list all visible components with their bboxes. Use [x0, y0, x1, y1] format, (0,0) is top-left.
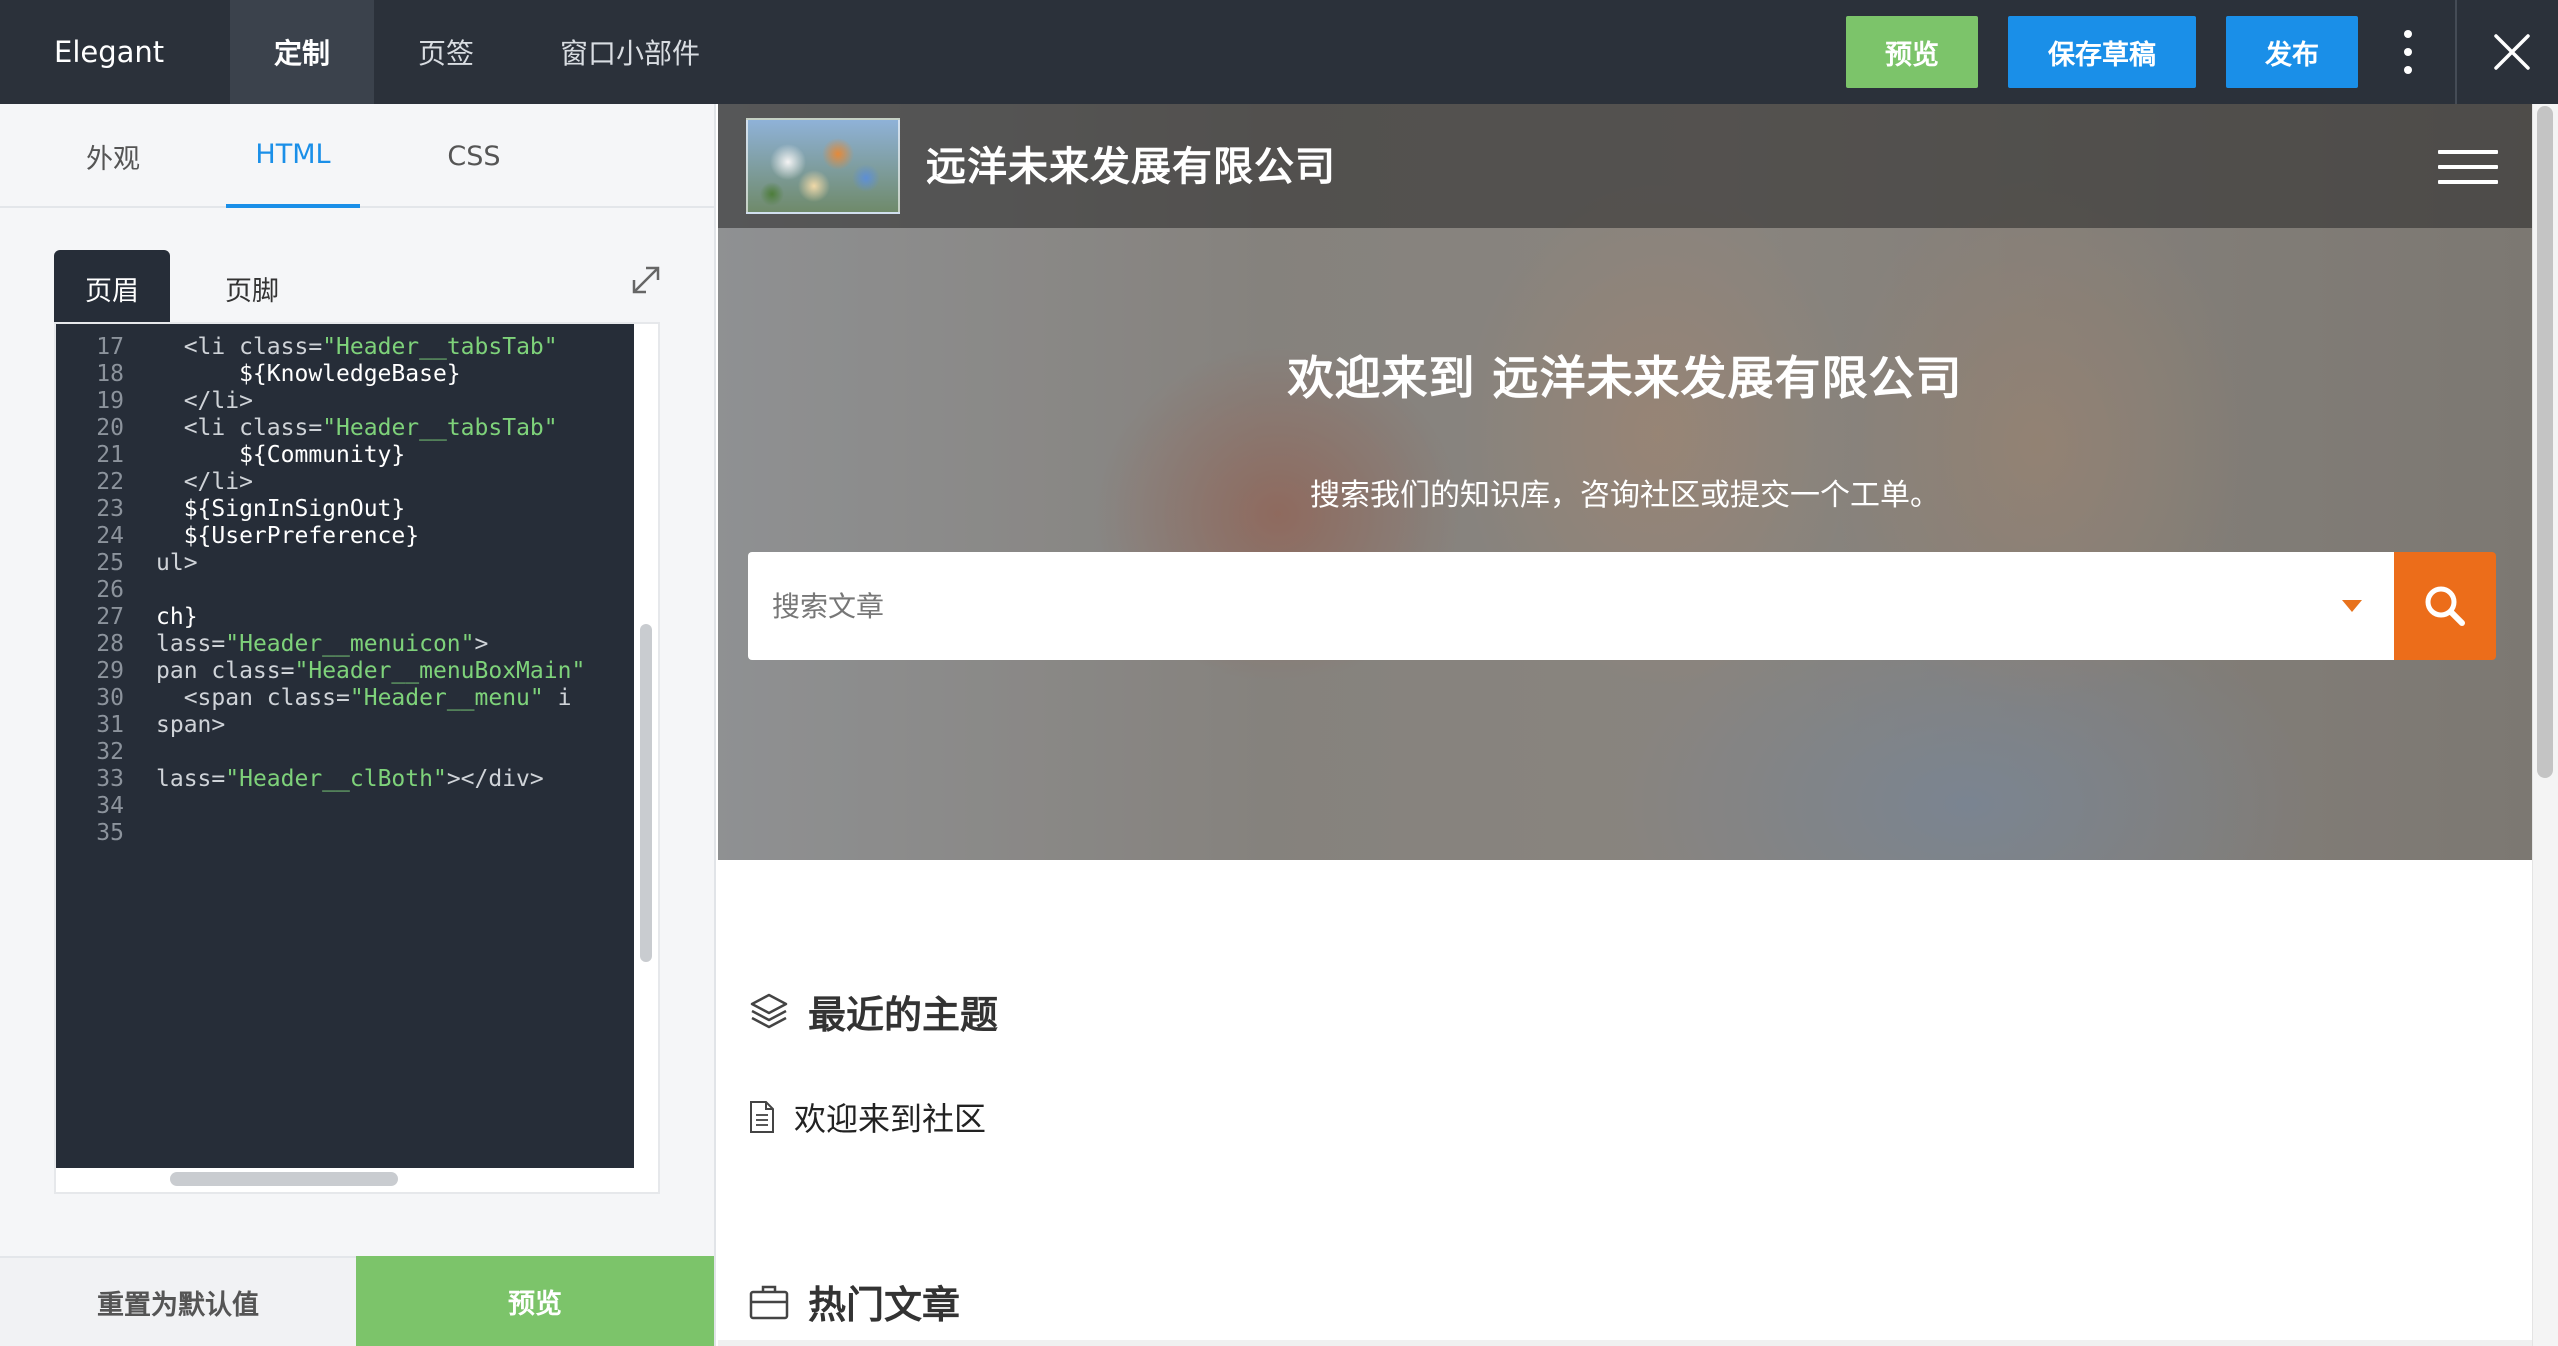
popular-articles-heading: 热门文章	[748, 1274, 960, 1329]
line-number: 34	[96, 793, 124, 819]
subtab-html[interactable]: HTML	[226, 104, 360, 208]
search-button[interactable]	[2394, 552, 2496, 660]
menu-icon[interactable]	[2438, 150, 2498, 184]
code-line: ${KnowledgeBase}	[156, 361, 461, 387]
code-line: ch}	[156, 604, 198, 630]
line-number: 23	[96, 496, 124, 522]
save-draft-button[interactable]: 保存草稿	[2008, 16, 2196, 88]
line-number: 21	[96, 442, 124, 468]
search-box	[748, 552, 2394, 660]
code-line: lass="Header__menuicon">	[156, 631, 489, 657]
document-icon	[750, 1101, 774, 1133]
layers-icon	[750, 993, 788, 1028]
list-item[interactable]: 欢迎来到社区	[748, 1094, 986, 1140]
code-line: ${Community}	[156, 442, 406, 468]
subtab-appearance[interactable]: 外观	[54, 104, 172, 208]
code-line: ${UserPreference}	[156, 523, 420, 549]
line-number: 29	[96, 658, 124, 684]
subtab-css[interactable]: CSS	[418, 104, 530, 208]
code-line: </li>	[156, 469, 253, 495]
line-number: 28	[96, 631, 124, 657]
tab-customize[interactable]: 定制	[230, 0, 374, 104]
tab-widgets[interactable]: 窗口小部件	[518, 0, 742, 104]
publish-button[interactable]: 发布	[2226, 16, 2358, 88]
line-number: 24	[96, 523, 124, 549]
line-number: 19	[96, 388, 124, 414]
line-number: 18	[96, 361, 124, 387]
code-line: lass="Header__clBoth"></div>	[156, 766, 544, 792]
line-number: 32	[96, 739, 124, 765]
tab-page[interactable]: 页签	[374, 0, 518, 104]
company-logo[interactable]	[746, 118, 900, 214]
line-number: 17	[96, 334, 124, 360]
popular-articles-title: 热门文章	[808, 1283, 961, 1327]
line-number: 35	[96, 820, 124, 846]
code-editor-frame: 17 18 19 20 21 22 23 24 25 26 27 28 29 3…	[54, 322, 660, 1194]
code-line: span>	[156, 712, 226, 738]
bottom-edge	[718, 1340, 2532, 1346]
line-number: 26	[96, 577, 124, 603]
recent-topics-title: 最近的主题	[808, 993, 999, 1037]
chevron-down-icon[interactable]	[2342, 600, 2362, 612]
topic-title[interactable]: 欢迎来到社区	[794, 1094, 986, 1140]
line-number: 30	[96, 685, 124, 711]
preview-scrollbar-thumb[interactable]	[2537, 106, 2553, 778]
site-header: 远洋未来发展有限公司	[718, 104, 2532, 228]
close-icon[interactable]	[2486, 26, 2538, 78]
code-line: <span class="Header__menu" i	[156, 685, 572, 711]
editor-horizontal-scrollbar[interactable]	[170, 1172, 398, 1186]
left-panel: 外观 HTML CSS 页眉 页脚 17 18 19 20 21 22 23 2…	[0, 104, 716, 1346]
line-number: 31	[96, 712, 124, 738]
line-number: 22	[96, 469, 124, 495]
line-number: 33	[96, 766, 124, 792]
code-line: <li class="Header__tabsTab"	[156, 415, 558, 441]
code-line: ul>	[156, 550, 198, 576]
company-name[interactable]: 远洋未来发展有限公司	[926, 134, 1336, 192]
line-number: 20	[96, 415, 124, 441]
top-bar: Elegant 定制 页签 窗口小部件 预览 保存草稿 发布	[0, 0, 2558, 104]
editor-tab-footer[interactable]: 页脚	[202, 250, 302, 326]
editor-vertical-scrollbar[interactable]	[640, 624, 652, 962]
site-preview: 远洋未来发展有限公司 欢迎来到 远洋未来发展有限公司 搜索我们的知识库，咨询社区…	[718, 104, 2532, 1346]
code-line: pan class="Header__menuBoxMain"	[156, 658, 586, 684]
top-divider	[2455, 0, 2457, 104]
panel-preview-button[interactable]: 预览	[356, 1256, 714, 1346]
code-line: </li>	[156, 388, 253, 414]
search-input[interactable]	[748, 552, 2308, 660]
editor-tab-header[interactable]: 页眉	[54, 250, 170, 326]
more-vertical-icon[interactable]	[2390, 26, 2426, 78]
subtabs: 外观 HTML CSS	[0, 104, 714, 208]
line-number: 25	[96, 550, 124, 576]
preview-button[interactable]: 预览	[1846, 16, 1978, 88]
code-editor[interactable]: 17 18 19 20 21 22 23 24 25 26 27 28 29 3…	[56, 324, 634, 1168]
hero-title: 欢迎来到 远洋未来发展有限公司	[1287, 351, 1963, 405]
recent-topics-heading: 最近的主题	[748, 984, 998, 1039]
hero-subtitle: 搜索我们的知识库，咨询社区或提交一个工单。	[1310, 478, 1940, 513]
brand-name: Elegant	[54, 35, 165, 69]
briefcase-icon	[749, 1285, 789, 1319]
code-line: ${SignInSignOut}	[156, 496, 406, 522]
expand-icon[interactable]	[628, 262, 664, 298]
search-icon	[2425, 586, 2465, 626]
line-gutter: 17 18 19 20 21 22 23 24 25 26 27 28 29 3…	[56, 324, 128, 1168]
code-line: <li class="Header__tabsTab"	[156, 334, 558, 360]
reset-default-button[interactable]: 重置为默认值	[0, 1256, 356, 1346]
line-number: 27	[96, 604, 124, 630]
